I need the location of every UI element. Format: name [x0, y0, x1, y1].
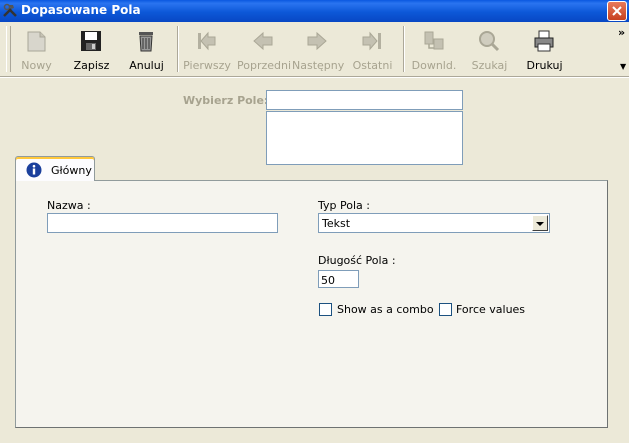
save-button[interactable]: Zapisz [69, 26, 114, 74]
save-icon [81, 31, 101, 51]
close-icon [612, 6, 622, 16]
name-label: Nazwa : [47, 199, 91, 212]
toolbar-options-arrow-icon[interactable]: ▼ [620, 62, 626, 71]
dropdown-arrow-icon[interactable] [532, 215, 548, 231]
tab-main-label: Główny [51, 164, 92, 177]
choose-field-label: Wybierz Pole: [183, 94, 269, 107]
last-icon [362, 31, 381, 51]
search-icon [479, 31, 500, 52]
cancel-label: Anuluj [129, 59, 164, 72]
choose-field-input[interactable] [266, 90, 463, 110]
first-icon [198, 31, 216, 51]
force-values-checkbox[interactable] [439, 303, 452, 316]
choose-field-list[interactable] [266, 111, 463, 165]
print-label: Drukuj [526, 59, 563, 72]
toolbar-separator [177, 26, 179, 72]
last-button[interactable]: Ostatni [350, 26, 395, 74]
toolbar-separator [403, 26, 405, 72]
previous-icon [253, 31, 273, 51]
field-type-select[interactable]: Tekst [318, 213, 550, 233]
search-label: Szukaj [471, 59, 508, 72]
name-input[interactable] [47, 213, 278, 233]
search-button[interactable]: Szukaj [467, 26, 512, 74]
title-bar: Dopasowane Pola [0, 0, 629, 22]
close-button[interactable] [607, 1, 627, 21]
window-title: Dopasowane Pola [21, 3, 141, 17]
download-label: Downld. [411, 59, 457, 72]
info-icon [26, 162, 42, 178]
force-values-label: Force values [456, 303, 526, 316]
field-length-label: Długość Pola : [318, 254, 396, 267]
next-button[interactable]: Następny [292, 26, 345, 74]
trash-icon [139, 32, 153, 52]
previous-label: Poprzedni [237, 59, 292, 72]
tab-main[interactable]: Główny [15, 156, 95, 181]
field-type-value: Tekst [322, 217, 351, 230]
printer-icon [534, 30, 554, 52]
new-button[interactable]: Nowy [14, 26, 59, 74]
field-type-label: Typ Pola : [318, 199, 370, 212]
next-label: Następny [292, 59, 345, 72]
toolbar-divider [0, 76, 629, 78]
toolbar-grip[interactable] [6, 26, 11, 72]
new-icon [27, 31, 46, 52]
cancel-button[interactable]: Anuluj [124, 26, 169, 74]
next-icon [307, 31, 327, 51]
toolbar: Nowy Zapisz Anuluj Pierwszy Poprzedni Na… [0, 22, 629, 76]
show-as-combo-checkbox[interactable] [319, 303, 332, 316]
download-icon [424, 31, 444, 50]
toolbar-overflow-chevron[interactable]: » [618, 26, 625, 39]
print-button[interactable]: Drukuj [522, 26, 567, 74]
new-label: Nowy [21, 59, 52, 72]
first-button[interactable]: Pierwszy [183, 26, 231, 74]
field-length-input[interactable]: 50 [318, 270, 359, 288]
previous-button[interactable]: Poprzedni [237, 26, 292, 74]
tools-icon [3, 3, 17, 17]
show-as-combo-label: Show as a combo [337, 303, 434, 316]
first-label: Pierwszy [183, 59, 231, 72]
last-label: Ostatni [352, 59, 393, 72]
save-label: Zapisz [73, 59, 110, 72]
download-button[interactable]: Downld. [410, 26, 458, 74]
